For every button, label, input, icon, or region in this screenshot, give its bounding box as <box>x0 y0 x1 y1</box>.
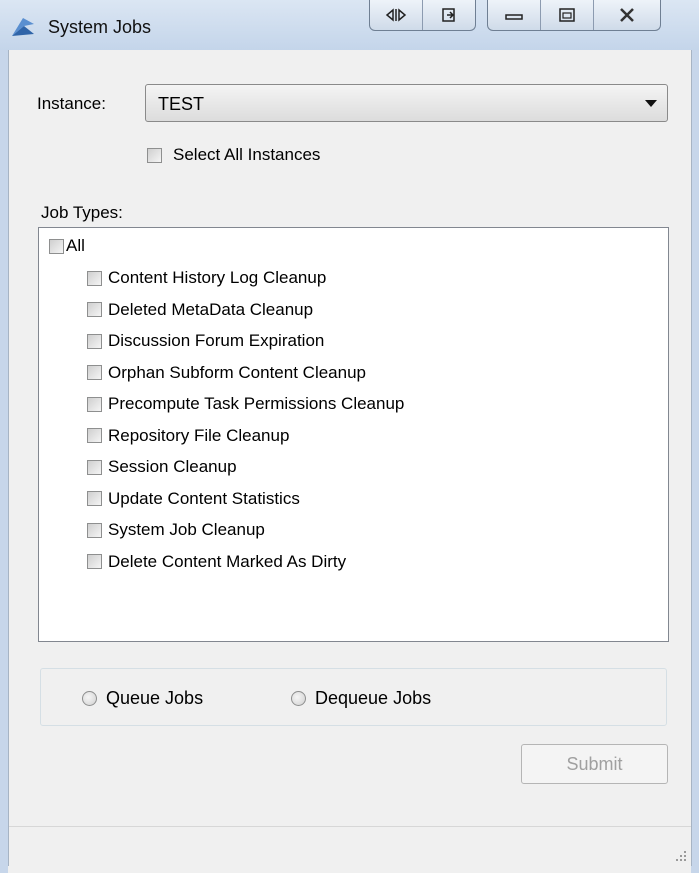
select-all-instances-option[interactable]: Select All Instances <box>147 145 320 165</box>
list-item-all[interactable]: All <box>49 232 85 260</box>
job-type-label: Content History Log Cleanup <box>108 268 327 287</box>
resize-grip-icon[interactable] <box>673 848 687 862</box>
all-checkbox[interactable] <box>49 238 64 254</box>
client-area: Instance: TEST Select All Instances Job … <box>8 50 692 866</box>
select-all-instances-label: Select All Instances <box>173 145 321 164</box>
window-frame-left <box>0 50 8 873</box>
submit-button[interactable]: Submit <box>521 744 668 784</box>
caption-tool-group <box>369 0 476 31</box>
dequeue-jobs-radio[interactable] <box>291 691 306 706</box>
job-type-label: Repository File Cleanup <box>108 425 290 445</box>
job-type-checkbox[interactable] <box>87 396 102 412</box>
instance-label: Instance: <box>37 94 106 113</box>
list-item[interactable]: System Job Cleanup <box>87 516 265 544</box>
minimize-button[interactable] <box>488 0 541 30</box>
list-item[interactable]: Content History Log Cleanup <box>87 264 326 292</box>
queue-jobs-option[interactable]: Queue Jobs <box>82 688 203 709</box>
dequeue-jobs-label: Dequeue Jobs <box>315 688 432 708</box>
close-icon <box>620 8 634 22</box>
resize-width-icon <box>385 8 407 22</box>
queue-jobs-label: Queue Jobs <box>106 688 204 708</box>
job-type-checkbox[interactable] <box>87 459 102 475</box>
select-all-instances-checkbox[interactable] <box>147 147 162 163</box>
maximize-button[interactable] <box>541 0 594 30</box>
job-type-label: Delete Content Marked As Dirty <box>108 551 347 571</box>
job-type-checkbox[interactable] <box>87 302 102 317</box>
queue-jobs-radio[interactable] <box>82 691 97 706</box>
job-type-checkbox[interactable] <box>87 333 102 349</box>
job-type-label: Precompute Task Permissions Cleanup <box>108 394 405 413</box>
job-types-label: Job Types: <box>41 203 123 222</box>
job-type-checkbox[interactable] <box>87 428 102 443</box>
list-item[interactable]: Update Content Statistics <box>87 485 300 513</box>
job-type-label: Deleted MetaData Cleanup <box>108 299 314 319</box>
job-type-checkbox[interactable] <box>87 365 102 380</box>
maximize-icon <box>559 8 575 22</box>
list-item[interactable]: Delete Content Marked As Dirty <box>87 548 346 576</box>
resize-width-button[interactable] <box>370 0 423 30</box>
job-type-checkbox[interactable] <box>87 270 102 286</box>
list-item[interactable]: Session Cleanup <box>87 453 237 481</box>
list-item[interactable]: Repository File Cleanup <box>87 422 289 450</box>
instance-selected-value: TEST <box>158 94 205 114</box>
job-type-label: Discussion Forum Expiration <box>108 331 325 350</box>
close-button[interactable] <box>594 0 660 30</box>
job-type-label: Session Cleanup <box>108 457 237 476</box>
detach-icon <box>442 8 455 22</box>
list-item[interactable]: Deleted MetaData Cleanup <box>87 296 313 324</box>
list-item[interactable]: Orphan Subform Content Cleanup <box>87 359 366 387</box>
job-type-label: Update Content Statistics <box>108 488 300 508</box>
job-type-checkbox[interactable] <box>87 554 102 569</box>
job-types-list[interactable]: All Content History Log Cleanup Deleted M… <box>38 227 669 642</box>
status-bar <box>9 826 691 866</box>
job-type-label: Orphan Subform Content Cleanup <box>108 362 366 382</box>
queue-action-group: Queue Jobs Dequeue Jobs <box>40 668 667 726</box>
list-item[interactable]: Precompute Task Permissions Cleanup <box>87 390 404 418</box>
job-type-checkbox[interactable] <box>87 522 102 538</box>
all-label: All <box>66 236 85 255</box>
detach-button[interactable] <box>423 0 475 30</box>
window-title: System Jobs <box>48 17 152 37</box>
chevron-down-icon <box>645 100 657 107</box>
instance-dropdown[interactable]: TEST <box>145 84 668 122</box>
title-bar[interactable]: System Jobs <box>0 0 699 50</box>
job-type-checkbox[interactable] <box>87 491 102 506</box>
minimize-icon <box>505 14 523 20</box>
caption-window-group <box>487 0 661 31</box>
system-jobs-window: System Jobs Instance: TEST Select All In… <box>0 0 699 873</box>
job-type-label: System Job Cleanup <box>108 520 265 539</box>
app-icon <box>12 18 34 36</box>
dequeue-jobs-option[interactable]: Dequeue Jobs <box>291 688 431 709</box>
list-item[interactable]: Discussion Forum Expiration <box>87 327 324 355</box>
window-frame-right <box>691 50 699 873</box>
